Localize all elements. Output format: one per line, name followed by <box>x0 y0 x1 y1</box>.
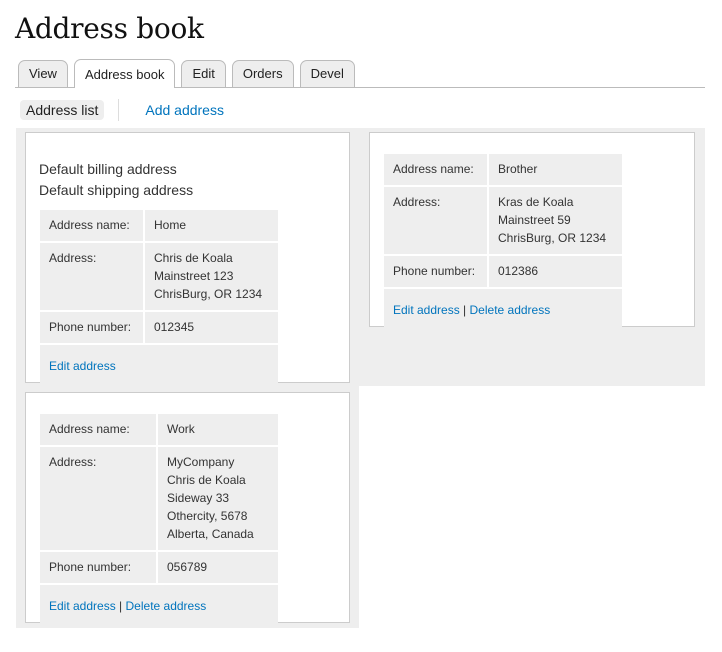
address-line: ChrisBurg, OR 1234 <box>498 231 607 245</box>
default-billing-label: Default billing address <box>39 161 177 177</box>
subtab-divider <box>118 99 120 121</box>
address-line: Alberta, Canada <box>167 527 254 541</box>
phone-value: 012345 <box>144 311 278 345</box>
table-row: Address: Chris de Koala Mainstreet 123 C… <box>40 242 278 312</box>
address-name-value: Work <box>157 414 278 447</box>
address-table: Address name: Brother Address: Kras de K… <box>384 154 622 327</box>
address-table: Address name: Work Address: MyCompany Ch… <box>40 414 278 623</box>
subtab-address-list[interactable]: Address list <box>20 100 105 120</box>
address-value: Chris de Koala Mainstreet 123 ChrisBurg,… <box>144 242 278 312</box>
tab-orders[interactable]: Orders <box>231 60 294 87</box>
address-line: Mainstreet 123 <box>154 269 234 283</box>
address-line: Sideway 33 <box>167 491 230 505</box>
address-line: Chris de Koala <box>154 251 233 265</box>
table-row: Address: Kras de Koala Mainstreet 59 Chr… <box>384 186 622 256</box>
address-card-brother: Address name: Brother Address: Kras de K… <box>369 132 695 327</box>
address-name-value: Home <box>144 210 278 243</box>
address-card-work: Address name: Work Address: MyCompany Ch… <box>25 392 350 623</box>
address-line: Othercity, 5678 <box>167 509 248 523</box>
actions-row: Edit address | Delete address <box>384 288 622 327</box>
phone-value: 012386 <box>488 255 622 289</box>
address-name-value: Brother <box>488 154 622 187</box>
tab-address-book[interactable]: Address book <box>73 59 176 88</box>
address-line: ChrisBurg, OR 1234 <box>154 287 263 301</box>
address-name-label: Address name: <box>40 414 158 447</box>
default-shipping-label: Default shipping address <box>39 182 194 198</box>
primary-tabs: View Address book Edit Orders Devel <box>15 59 705 88</box>
tab-devel[interactable]: Devel <box>299 60 355 87</box>
table-row: Phone number: 012386 <box>384 255 622 289</box>
address-name-label: Address name: <box>384 154 489 187</box>
page-title: Address book <box>15 12 204 45</box>
address-name-label: Address name: <box>40 210 145 243</box>
delete-address-link[interactable]: Delete address <box>470 303 551 317</box>
delete-address-link[interactable]: Delete address <box>126 599 207 613</box>
actions-row: Edit address | Delete address <box>40 584 278 623</box>
table-row: Address name: Home <box>40 210 278 243</box>
address-label: Address: <box>384 186 489 256</box>
table-row: Phone number: 056789 <box>40 551 278 585</box>
secondary-tabs: Address list Add address <box>20 99 230 121</box>
address-label: Address: <box>40 446 158 552</box>
table-row: Address name: Brother <box>384 154 622 187</box>
edit-address-link[interactable]: Edit address <box>49 359 116 373</box>
default-flags: Default billing address Default shipping… <box>39 159 193 201</box>
phone-label: Phone number: <box>40 311 145 345</box>
address-value: MyCompany Chris de Koala Sideway 33 Othe… <box>157 446 278 552</box>
address-table: Address name: Home Address: Chris de Koa… <box>40 210 278 383</box>
link-separator: | <box>119 599 123 613</box>
tab-view[interactable]: View <box>18 60 68 87</box>
table-row: Address name: Work <box>40 414 278 447</box>
table-row: Phone number: 012345 <box>40 311 278 345</box>
address-line: Mainstreet 59 <box>498 213 571 227</box>
address-card-home: Default billing address Default shipping… <box>25 132 350 383</box>
address-label: Address: <box>40 242 145 312</box>
actions-row: Edit address <box>40 344 278 383</box>
address-line: Kras de Koala <box>498 195 574 209</box>
tab-edit[interactable]: Edit <box>181 60 226 87</box>
edit-address-link[interactable]: Edit address <box>393 303 460 317</box>
phone-label: Phone number: <box>40 551 158 585</box>
address-line: Chris de Koala <box>167 473 246 487</box>
phone-label: Phone number: <box>384 255 489 289</box>
phone-value: 056789 <box>157 551 278 585</box>
subtab-add-address[interactable]: Add address <box>139 100 230 120</box>
address-line: MyCompany <box>167 455 235 469</box>
table-row: Address: MyCompany Chris de Koala Sidewa… <box>40 446 278 552</box>
link-separator: | <box>463 303 467 317</box>
address-value: Kras de Koala Mainstreet 59 ChrisBurg, O… <box>488 186 622 256</box>
edit-address-link[interactable]: Edit address <box>49 599 116 613</box>
